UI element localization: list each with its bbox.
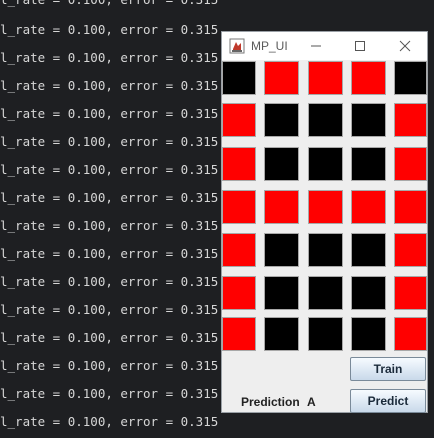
grid-cell-1-1[interactable] (264, 103, 299, 137)
prediction-label: Prediction (241, 395, 300, 409)
grid-cell-2-1[interactable] (264, 147, 299, 181)
grid-cell-0-4[interactable] (394, 61, 427, 95)
maximize-icon (355, 41, 365, 51)
console-line: l_rate = 0.100, error = 0.315 (0, 386, 219, 401)
grid-cell-0-2[interactable] (308, 61, 343, 95)
window-title: MP_UI (251, 39, 288, 53)
console-line: l_rate = 0.100, error = 0.315 (0, 78, 219, 93)
grid-cell-6-4[interactable] (394, 317, 427, 351)
grid-cell-5-3[interactable] (351, 276, 386, 310)
console-line: l_rate = 0.100, error = 0.315 (0, 106, 219, 121)
grid-cell-0-1[interactable] (264, 61, 299, 95)
close-button[interactable] (383, 32, 427, 60)
grid-cell-5-1[interactable] (264, 276, 299, 310)
grid-cell-2-2[interactable] (308, 147, 343, 181)
grid-cell-2-3[interactable] (351, 147, 386, 181)
maximize-button[interactable] (338, 32, 382, 60)
minimize-button[interactable] (294, 32, 338, 60)
grid-cell-2-4[interactable] (394, 147, 427, 181)
grid-cell-5-2[interactable] (308, 276, 343, 310)
grid-cell-4-4[interactable] (394, 233, 427, 267)
grid-cell-6-0[interactable] (222, 317, 256, 351)
grid-cell-3-4[interactable] (394, 190, 427, 224)
console-line: l_rate = 0.100, error = 0.315 (0, 22, 219, 37)
console-line: l_rate = 0.100, error = 0.315 (0, 246, 219, 261)
console-line: l_rate = 0.100, error = 0.315 (0, 218, 219, 233)
console-line: l_rate = 0.100, error = 0.315 (0, 50, 219, 65)
grid-cell-3-0[interactable] (222, 190, 256, 224)
minimize-icon (311, 45, 321, 47)
grid-cell-4-3[interactable] (351, 233, 386, 267)
grid-cell-0-3[interactable] (351, 61, 386, 95)
grid-cell-5-0[interactable] (222, 276, 256, 310)
console-line: l_rate = 0.100, error = 0.315 (0, 330, 219, 345)
grid-cell-4-2[interactable] (308, 233, 343, 267)
grid-cell-1-3[interactable] (351, 103, 386, 137)
grid-cell-3-1[interactable] (264, 190, 299, 224)
console-line: l_rate = 0.100, error = 0.315 (0, 134, 219, 149)
pixel-grid (222, 61, 427, 351)
predict-button[interactable]: Predict (350, 389, 426, 413)
grid-cell-4-1[interactable] (264, 233, 299, 267)
grid-cell-6-3[interactable] (351, 317, 386, 351)
console-line: l_rate = 0.100, error = 0.315 (0, 274, 219, 289)
console-line: l_rate = 0.100, error = 0.315 (0, 302, 219, 317)
train-button[interactable]: Train (350, 357, 426, 381)
prediction-value: A (307, 395, 316, 409)
grid-cell-1-0[interactable] (222, 103, 256, 137)
grid-cell-5-4[interactable] (394, 276, 427, 310)
grid-cell-3-3[interactable] (351, 190, 386, 224)
console-line: l_rate = 0.100, error = 0.315 (0, 358, 219, 373)
grid-cell-3-2[interactable] (308, 190, 343, 224)
grid-cell-2-0[interactable] (222, 147, 256, 181)
grid-cell-1-2[interactable] (308, 103, 343, 137)
title-bar[interactable]: MP_UI (222, 32, 427, 60)
grid-cell-0-0[interactable] (222, 61, 256, 95)
console-line: l_rate = 0.100, error = 0.315 (0, 162, 219, 177)
close-icon (399, 40, 411, 52)
mp-ui-window: MP_UI Train Prediction A Predict (221, 31, 428, 413)
console-line: l_rate = 0.100, error = 0.315 (0, 190, 219, 205)
grid-cell-4-0[interactable] (222, 233, 256, 267)
grid-cell-6-1[interactable] (264, 317, 299, 351)
console-line: l_rate = 0.100, error = 0.315 (0, 414, 219, 429)
grid-cell-1-4[interactable] (394, 103, 427, 137)
java-app-icon (229, 38, 245, 54)
grid-cell-6-2[interactable] (308, 317, 343, 351)
console-line: l_rate = 0.100, error = 0.315 (0, 0, 218, 8)
